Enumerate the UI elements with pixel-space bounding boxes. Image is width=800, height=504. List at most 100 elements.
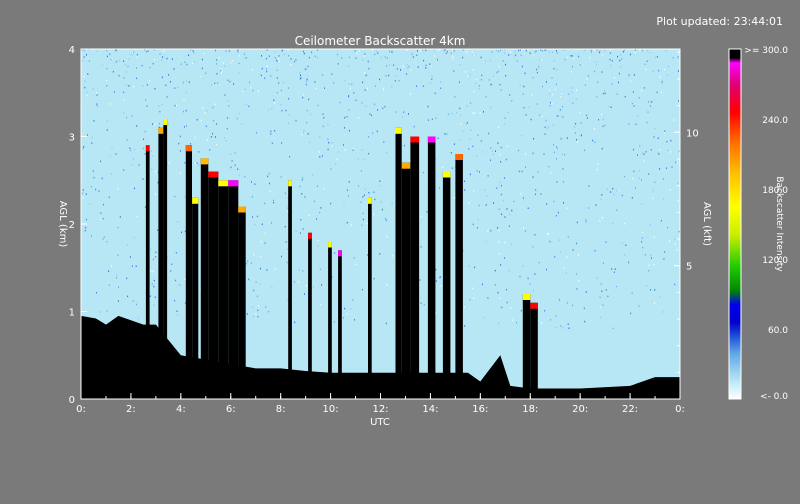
noise-speck (350, 308, 352, 310)
noise-speck (117, 188, 119, 190)
noise-speck (278, 55, 280, 57)
noise-speck (460, 114, 462, 116)
noise-speck (577, 141, 578, 143)
noise-speck (466, 51, 468, 53)
noise-speck (609, 58, 611, 61)
noise-speck (619, 59, 621, 62)
noise-speck (314, 55, 316, 58)
noise-speck (161, 76, 163, 79)
noise-speck (306, 78, 308, 81)
noise-speck (273, 201, 275, 204)
noise-speck (355, 99, 357, 102)
noise-speck (555, 315, 557, 317)
noise-speck (522, 265, 524, 267)
noise-speck (629, 53, 631, 56)
noise-speck (491, 51, 493, 53)
noise-speck (354, 50, 356, 52)
noise-speck (556, 52, 558, 54)
noise-speck (203, 52, 205, 55)
noise-speck (288, 98, 290, 100)
noise-speck (269, 182, 270, 185)
noise-speck (509, 269, 510, 272)
noise-speck (674, 238, 676, 241)
noise-speck (290, 63, 292, 66)
noise-speck (617, 55, 618, 58)
noise-speck (549, 240, 551, 243)
cloud-top-edge (208, 171, 219, 178)
noise-speck (317, 56, 318, 59)
noise-speck (106, 240, 108, 243)
noise-speck (454, 197, 456, 199)
noise-speck (274, 268, 276, 270)
noise-speck (161, 104, 163, 106)
y-left-tick-label: 0 (69, 395, 75, 406)
noise-speck (177, 314, 179, 316)
noise-speck (563, 267, 565, 269)
noise-speck (523, 85, 525, 88)
noise-speck (109, 154, 111, 157)
cloud-column (401, 162, 411, 399)
noise-speck (639, 49, 641, 51)
noise-speck (587, 75, 589, 77)
noise-speck (152, 270, 154, 272)
noise-speck (331, 73, 333, 75)
noise-speck (135, 265, 137, 267)
noise-speck (510, 307, 512, 309)
noise-speck (251, 196, 253, 198)
noise-speck (306, 121, 308, 124)
noise-speck (480, 56, 482, 59)
noise-speck (184, 126, 185, 128)
noise-speck (560, 251, 561, 254)
noise-speck (621, 242, 623, 244)
noise-speck (180, 63, 182, 65)
noise-speck (185, 109, 187, 112)
noise-speck (522, 93, 524, 95)
noise-speck (281, 109, 283, 112)
noise-speck (452, 49, 454, 51)
noise-speck (467, 75, 469, 77)
noise-speck (601, 54, 603, 56)
noise-speck (110, 58, 112, 61)
noise-speck (575, 123, 577, 125)
noise-speck (199, 75, 201, 78)
noise-speck (663, 258, 665, 260)
cloud-top-edge (338, 250, 342, 257)
noise-speck (154, 88, 156, 90)
noise-speck (152, 258, 154, 261)
noise-speck (498, 50, 500, 53)
noise-speck (198, 164, 200, 166)
noise-speck (509, 213, 511, 216)
noise-speck (586, 78, 588, 80)
noise-speck (548, 89, 550, 91)
noise-speck (554, 256, 556, 258)
noise-speck (624, 254, 626, 256)
noise-speck (281, 255, 282, 258)
noise-speck (204, 112, 206, 114)
noise-speck (396, 68, 398, 70)
noise-speck (373, 191, 375, 193)
noise-speck (633, 170, 635, 173)
noise-speck (365, 105, 367, 107)
noise-speck (159, 122, 161, 125)
noise-speck (210, 84, 212, 86)
noise-speck (515, 54, 517, 56)
noise-speck (373, 103, 375, 105)
ceilometer-figure: Plot updated: 23:44:01 Ceilometer Backsc… (0, 0, 800, 500)
noise-speck (125, 84, 127, 86)
noise-speck (488, 79, 490, 81)
noise-speck (506, 288, 507, 291)
noise-speck (637, 154, 638, 156)
noise-speck (408, 113, 409, 115)
noise-speck (650, 254, 652, 257)
noise-speck (575, 242, 577, 245)
noise-speck (578, 279, 580, 282)
noise-speck (213, 119, 215, 122)
noise-speck (576, 288, 578, 290)
noise-speck (391, 202, 393, 204)
noise-speck (90, 235, 92, 237)
noise-speck (322, 113, 324, 115)
noise-speck (247, 260, 249, 262)
noise-speck (118, 59, 120, 62)
noise-speck (621, 58, 623, 60)
noise-speck (241, 123, 243, 125)
